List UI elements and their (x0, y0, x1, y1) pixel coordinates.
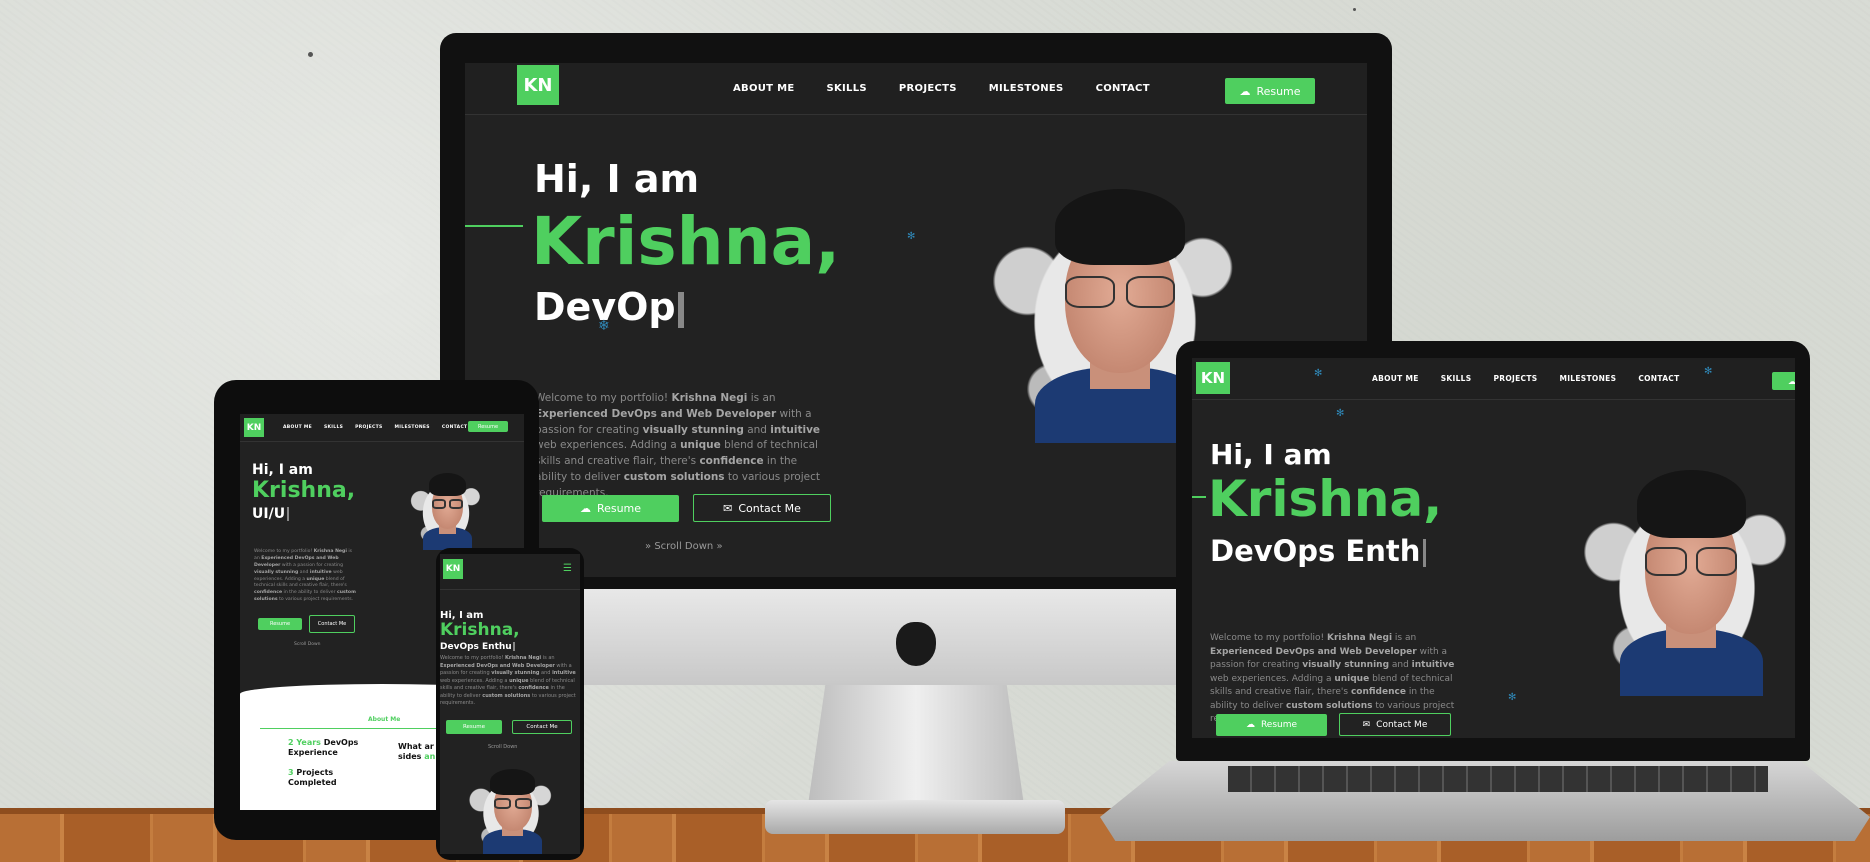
hero-role: DevOps Enthu (440, 642, 515, 652)
cloud-download-icon: ☁ (1239, 84, 1251, 98)
sparkle-icon: ✻ (907, 231, 916, 242)
apple-logo-icon (896, 622, 936, 666)
cloud-download-icon: ☁ (1245, 720, 1255, 730)
resume-button[interactable]: ☁ Resume (542, 495, 679, 522)
nav-skills[interactable]: Skills (1441, 374, 1472, 383)
nav-skills[interactable]: Skills (324, 425, 343, 430)
about-side-title: What ar sides an (398, 742, 436, 761)
nav-resume-button[interactable]: ☁ (1772, 372, 1795, 390)
hero-role: DevOps Enth (1210, 534, 1427, 568)
accent-line (465, 225, 523, 227)
hamburger-menu-icon[interactable]: ☰ (563, 563, 572, 574)
nav-contact[interactable]: Contact (1638, 374, 1679, 383)
nav-skills[interactable]: Skills (826, 83, 866, 94)
profile-photo (468, 764, 554, 854)
mail-icon: ✉ (723, 501, 733, 515)
nav-contact[interactable]: Contact (442, 425, 468, 430)
cloud-download-icon: ☁ (579, 502, 591, 515)
contact-me-button[interactable]: ✉ Contact Me (1339, 713, 1451, 736)
phone-screen: KN ☰ Hi, I am Krishna, DevOps Enthu Welc… (440, 554, 580, 854)
wall-spot (1353, 8, 1356, 11)
sparkle-icon: ✻ (1336, 408, 1345, 419)
typing-caret (287, 507, 290, 521)
profile-photo (410, 468, 482, 550)
scroll-down[interactable]: » Scroll Down » (645, 541, 723, 552)
contact-me-button[interactable]: ✉ Contact Me (693, 494, 831, 522)
sparkle-icon: ✻ (1704, 366, 1713, 377)
stat-years: 2 Years DevOps Experience (288, 738, 359, 757)
typing-caret (512, 642, 515, 651)
nav-contact[interactable]: Contact (1096, 83, 1150, 94)
hero-greeting: Hi, I am (252, 462, 313, 478)
sparkle-icon: ❄ (598, 318, 610, 334)
nav-projects[interactable]: Projects (355, 425, 382, 430)
nav-about[interactable]: About Me (1372, 374, 1419, 383)
stat-projects: 3 Projects Completed (288, 768, 337, 787)
nav-resume-button[interactable]: ☁ Resume (1225, 78, 1315, 104)
nav-milestones[interactable]: Milestones (1559, 374, 1616, 383)
nav-milestones[interactable]: Milestones (989, 83, 1064, 94)
resume-button[interactable]: ☁ Resume (1216, 714, 1327, 736)
nav-about[interactable]: About Me (283, 425, 312, 430)
monitor-stand (808, 685, 1024, 805)
profile-photo (1582, 456, 1792, 696)
logo[interactable]: KN (443, 559, 463, 579)
resume-button[interactable]: Resume (446, 720, 502, 734)
laptop-keyboard (1228, 766, 1768, 792)
nav-links: About Me Skills Projects Milestones Cont… (733, 83, 1150, 94)
hero-name: Krishna, (440, 620, 520, 640)
nav-about[interactable]: About Me (733, 83, 794, 94)
cloud-download-icon: ☁ (1788, 376, 1795, 386)
nav-resume-button[interactable]: Resume (468, 421, 508, 432)
hero-greeting: Hi, I am (1210, 438, 1332, 471)
scroll-down[interactable]: Scroll Down (294, 642, 321, 647)
nav-projects[interactable]: Projects (1493, 374, 1537, 383)
nav-projects[interactable]: Projects (899, 83, 957, 94)
wall-spot (308, 52, 313, 57)
contact-me-button[interactable]: Contact Me (512, 720, 572, 734)
monitor-stand-base (765, 800, 1065, 834)
navbar: KN About Me Skills Projects Milestones C… (1192, 358, 1795, 400)
mail-icon: ✉ (1362, 719, 1371, 730)
chevrons-down-icon: » (716, 541, 723, 552)
nav-links: About Me Skills Projects Milestones Cont… (1372, 374, 1680, 383)
resume-button[interactable]: Resume (258, 618, 302, 630)
hero-intro: Welcome to my portfolio! Krishna Negi is… (254, 549, 356, 603)
scroll-down[interactable]: Scroll Down (488, 744, 517, 750)
chevrons-down-icon: » (645, 541, 652, 552)
navbar: KN About Me Skills Projects Milestones C… (465, 63, 1367, 115)
contact-me-button[interactable]: Contact Me (309, 615, 355, 633)
hero-name: Krishna, (531, 203, 841, 280)
accent-line (1192, 496, 1206, 498)
logo[interactable]: KN (1196, 362, 1230, 394)
laptop-screen: KN About Me Skills Projects Milestones C… (1192, 358, 1795, 738)
navbar: KN About Me Skills Projects Milestones C… (240, 414, 524, 442)
hero-name: Krishna, (1208, 470, 1443, 528)
hero-intro: Welcome to my portfolio! Krishna Negi is… (440, 655, 576, 706)
hero-role: UI/U (252, 506, 290, 522)
hero-greeting: Hi, I am (534, 157, 700, 201)
nav-links: About Me Skills Projects Milestones Cont… (283, 425, 467, 430)
logo[interactable]: KN (244, 418, 264, 437)
typing-caret (1423, 539, 1427, 567)
logo[interactable]: KN (517, 65, 559, 105)
hero-name: Krishna, (252, 478, 356, 503)
navbar: KN ☰ (440, 554, 580, 590)
hero-intro: Welcome to my portfolio! Krishna Negi is… (535, 392, 821, 499)
about-title: About Me (368, 716, 401, 723)
sparkle-icon: ✻ (1314, 368, 1323, 379)
sparkle-icon: ✻ (1508, 692, 1517, 703)
typing-caret (677, 291, 684, 328)
nav-milestones[interactable]: Milestones (395, 425, 430, 430)
